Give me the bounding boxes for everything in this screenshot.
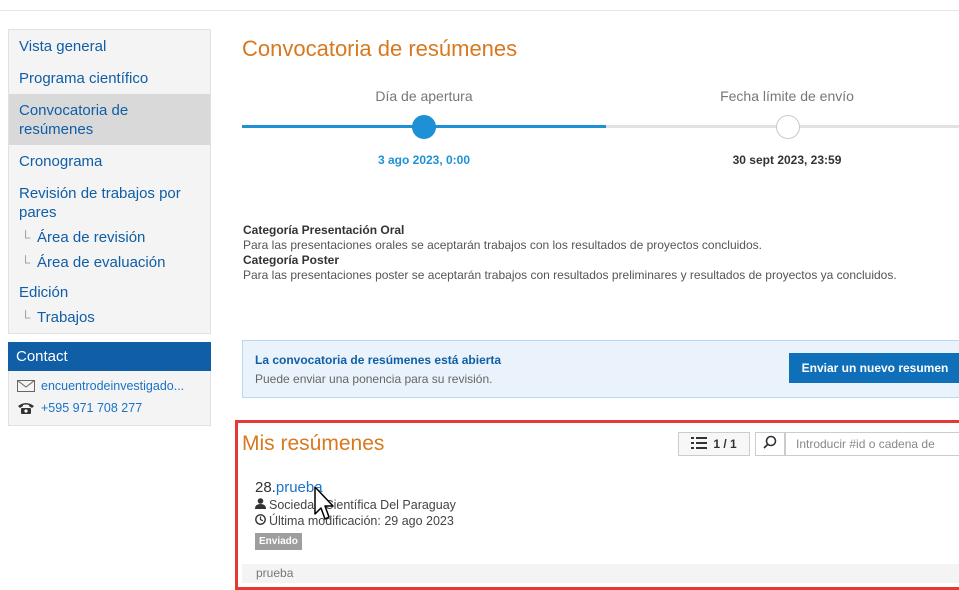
timeline-end-dot: [776, 115, 800, 139]
timeline-end-label: Fecha límite de envío: [720, 88, 854, 104]
category-oral-title: Categoría Presentación Oral: [243, 223, 405, 237]
subitem-indent-icon: └: [21, 230, 31, 245]
sidebar-item-cronograma[interactable]: Cronograma: [9, 145, 210, 177]
timeline-start-date: 3 ago 2023, 0:00: [377, 153, 471, 167]
sidebar-item-vista-general[interactable]: Vista general: [9, 30, 210, 62]
pagination-text: 1 / 1: [713, 437, 737, 451]
sidebar-item-edicion[interactable]: Edición: [9, 274, 210, 304]
contact-phone-text[interactable]: +595 971 708 277: [41, 401, 142, 415]
contact-email-text[interactable]: encuentrodeinvestigado...: [41, 379, 184, 393]
alert-text: Puede enviar una ponencia para su revisi…: [255, 372, 493, 386]
abstract-modified: Última modificación: 29 ago 2023: [269, 514, 454, 528]
abstract-modified-row: Última modificación: 29 ago 2023: [255, 514, 456, 528]
contact-body: encuentrodeinvestigado... +595 971 708 2…: [8, 371, 211, 426]
main-content: Convocatoria de resúmenes Día de apertur…: [235, 0, 959, 590]
sidebar-subitem-label: Área de revisión: [37, 229, 146, 246]
abstract-entry-title: 28.prueba: [255, 479, 456, 496]
category-poster-title: Categoría Poster: [243, 253, 340, 267]
search-icon: [763, 435, 777, 454]
abstract-entry: 28.prueba Sociedad Científica Del Paragu…: [255, 479, 456, 550]
abstract-author-row: Sociedad Científica Del Paraguay: [255, 498, 456, 512]
envelope-icon: [17, 380, 41, 392]
search-button[interactable]: [755, 432, 785, 456]
sidebar-subitem-label: Área de evaluación: [37, 254, 166, 271]
user-icon: [255, 498, 266, 512]
subitem-indent-icon: └: [21, 255, 31, 270]
timeline-end-date: 30 sept 2023, 23:59: [732, 153, 842, 167]
call-open-alert: La convocatoria de resúmenes está abiert…: [242, 340, 959, 398]
list-icon: [691, 436, 708, 453]
sidebar-item-convocatoria[interactable]: Convocatoria de resúmenes: [9, 94, 210, 145]
subitem-indent-icon: └: [21, 310, 31, 325]
phone-icon: [17, 401, 41, 415]
page-title: Convocatoria de resúmenes: [242, 36, 518, 61]
sidebar-subitem-area-revision[interactable]: └ Área de revisión: [9, 224, 210, 249]
category-oral-text: Para las presentaciones orales se acepta…: [243, 238, 762, 252]
sidebar: Vista general Programa científico Convoc…: [8, 29, 211, 426]
pagination-button[interactable]: 1 / 1: [678, 432, 750, 456]
sidebar-subitem-trabajos[interactable]: └ Trabajos: [9, 304, 210, 333]
contact-phone[interactable]: +595 971 708 277: [17, 397, 202, 419]
sidebar-subitem-area-evaluacion[interactable]: └ Área de evaluación: [9, 249, 210, 274]
my-abstracts-title: Mis resúmenes: [242, 432, 385, 455]
contact-email[interactable]: encuentrodeinvestigado...: [17, 375, 202, 397]
sidebar-subitem-label: Trabajos: [37, 309, 95, 326]
abstract-note: prueba: [242, 564, 959, 583]
contact-box: Contact encuentrodeinvestigado... +595 9…: [8, 342, 211, 426]
contact-title: Contact: [8, 342, 211, 371]
status-badge: Enviado: [255, 533, 302, 550]
alert-title: La convocatoria de resúmenes está abiert…: [255, 353, 502, 367]
sidebar-item-programa-cientifico[interactable]: Programa científico: [9, 62, 210, 94]
submission-timeline: Día de apertura Fecha límite de envío 3 …: [242, 88, 959, 178]
sidebar-item-revision-pares[interactable]: Revisión de trabajos por pares: [9, 177, 210, 224]
call-description: Categoría Presentación Oral Para las pre…: [243, 223, 959, 283]
abstract-id: 28.: [255, 479, 276, 496]
abstract-search-input[interactable]: [785, 432, 959, 456]
submit-new-abstract-button[interactable]: Enviar un nuevo resumen: [789, 353, 959, 383]
category-poster-text: Para las presentaciones poster se acepta…: [243, 268, 897, 282]
clock-icon: [255, 514, 266, 528]
abstract-author: Sociedad Científica Del Paraguay: [269, 498, 456, 512]
timeline-start-label: Día de apertura: [375, 88, 473, 104]
timeline-start-dot: [412, 115, 436, 139]
mouse-pointer-icon: [314, 486, 338, 527]
sidebar-nav: Vista general Programa científico Convoc…: [8, 29, 211, 334]
